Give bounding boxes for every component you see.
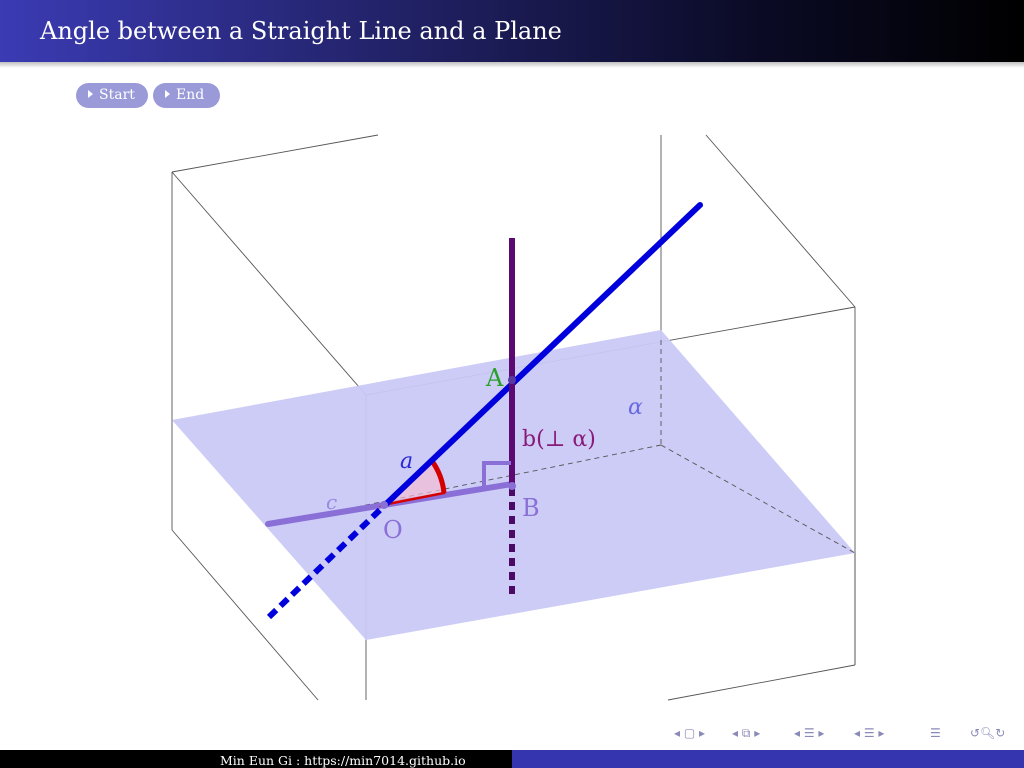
navigation-symbols: ◂ ▢ ▸ ◂ ⧉ ▸ ◂ ☰ ▸ ◂ ☰ ▸ ☰ ↺🔍︎↻ — [672, 724, 1022, 744]
nav-frame-icon[interactable]: ◂ ▢ ▸ — [674, 726, 705, 740]
label-plane: α — [628, 395, 643, 420]
nav-align-icon[interactable]: ◂ ☰ ▸ — [854, 726, 884, 740]
nav-search-icon[interactable]: ↺🔍︎↻ — [970, 726, 1005, 740]
geometry-figure: A B O a b(⊥ α) c α — [171, 134, 856, 701]
nav-menu-icon[interactable]: ☰ — [930, 726, 941, 740]
nav-subsection-icon[interactable]: ◂ ☰ ▸ — [794, 726, 824, 740]
footer-author: Min Eun Gi : https://min7014.github.io — [220, 753, 466, 768]
nav-section-icon[interactable]: ◂ ⧉ ▸ — [732, 726, 760, 741]
label-point-o: O — [383, 516, 403, 544]
footer-right-bar — [512, 750, 1024, 768]
point-o-dot — [380, 501, 388, 509]
point-a-dot — [508, 376, 516, 384]
label-point-b: B — [522, 494, 540, 522]
label-line-a: a — [400, 449, 413, 474]
point-b-dot — [508, 482, 516, 490]
label-line-b: b(⊥ α) — [522, 427, 596, 452]
label-point-a: A — [485, 364, 504, 392]
label-line-c: c — [326, 490, 337, 514]
